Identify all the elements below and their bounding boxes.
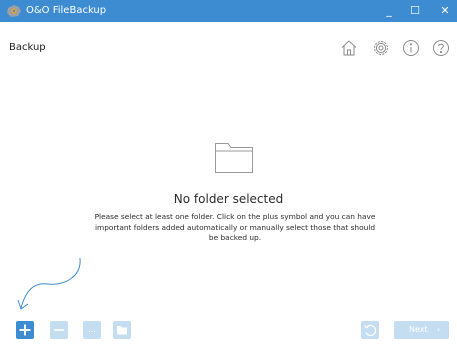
window-title: O&O FileBackup xyxy=(26,5,107,16)
browse-folder-button[interactable] xyxy=(113,321,131,339)
gear-icon[interactable] xyxy=(372,39,390,57)
empty-state-message: Please select at least one folder. Click… xyxy=(94,212,376,242)
hint-arrow-icon xyxy=(16,256,88,314)
undo-icon xyxy=(361,321,379,339)
folder-icon xyxy=(214,138,254,174)
chevron-right-icon: › xyxy=(437,325,441,334)
add-folder-button[interactable] xyxy=(16,321,34,339)
plus-icon xyxy=(16,321,34,339)
app-logo-icon xyxy=(6,4,22,18)
page-title: Backup xyxy=(9,42,46,53)
undo-button[interactable] xyxy=(361,321,379,339)
minimize-button[interactable]: _ xyxy=(377,0,401,22)
remove-folder-button[interactable] xyxy=(50,321,68,339)
title-bar: O&O FileBackup _ ☐ ✕ xyxy=(0,0,457,22)
info-icon[interactable] xyxy=(402,39,420,57)
next-label: Next xyxy=(409,325,428,334)
maximize-button[interactable]: ☐ xyxy=(403,0,427,22)
help-icon[interactable] xyxy=(432,39,450,57)
next-button[interactable]: Next › xyxy=(394,321,449,339)
minus-icon xyxy=(50,321,68,339)
folder-icon xyxy=(113,321,131,339)
home-icon[interactable] xyxy=(340,39,358,57)
more-options-button[interactable]: ... xyxy=(83,321,101,339)
empty-state-title: No folder selected xyxy=(173,192,284,206)
close-button[interactable]: ✕ xyxy=(433,0,457,22)
